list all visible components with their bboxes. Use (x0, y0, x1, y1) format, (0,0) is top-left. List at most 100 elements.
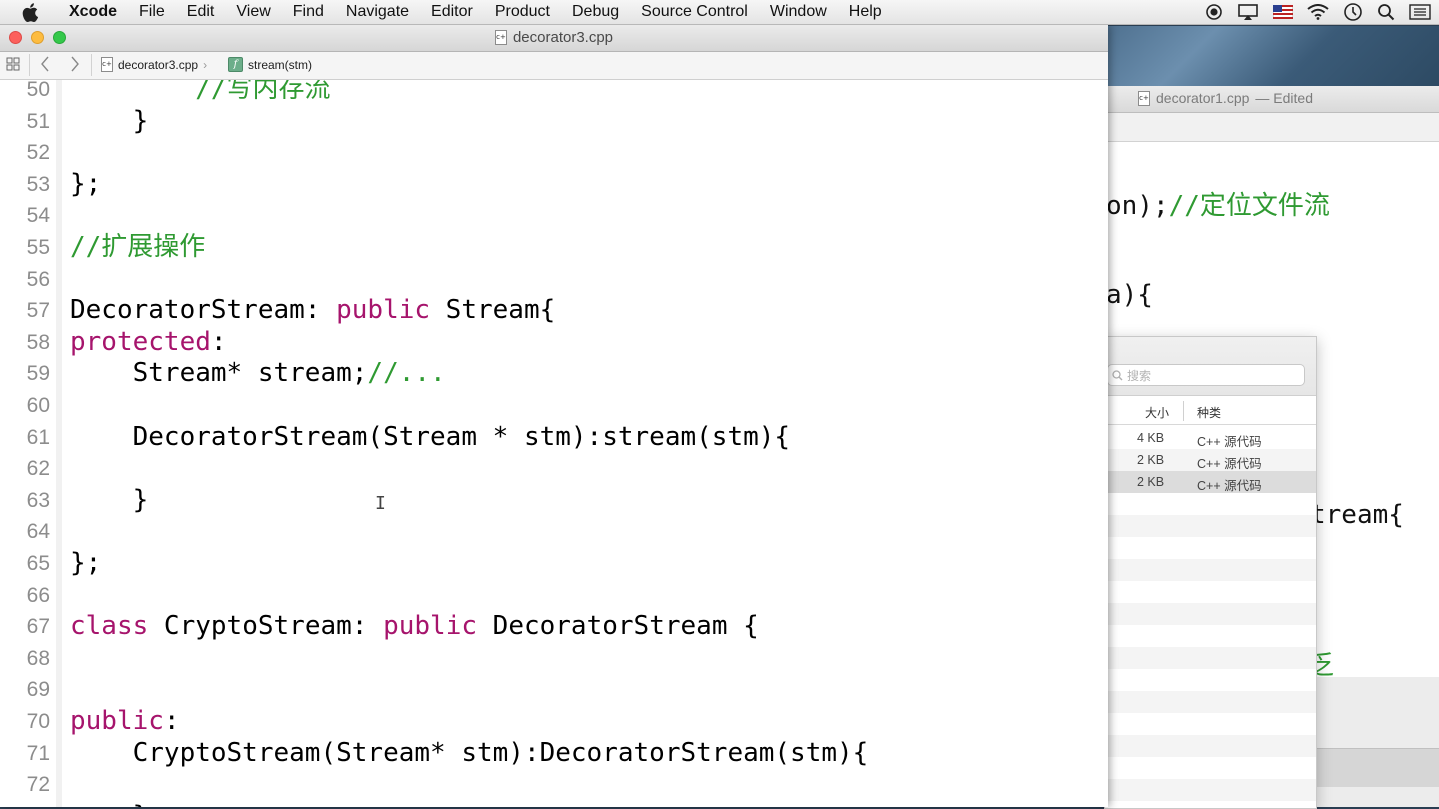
line-number: 66 (26, 583, 50, 607)
code-text: } (70, 801, 149, 807)
code-line[interactable]: //扩展操作 (70, 232, 205, 263)
cpp-file-icon: c+ (101, 57, 113, 72)
finder-file-row-selected[interactable]: 2 KB C++ 源代码 (1105, 471, 1316, 493)
code-line[interactable]: class CryptoStream: public DecoratorStre… (70, 611, 759, 642)
code-text: Stream{ (430, 295, 556, 326)
code-text: }; (70, 548, 102, 578)
menu-edit[interactable]: Edit (176, 3, 226, 21)
menu-source-control[interactable]: Source Control (630, 3, 759, 21)
spotlight-search-icon[interactable] (1377, 3, 1395, 21)
code-line[interactable]: }; (70, 169, 101, 200)
line-number: 67 (26, 615, 50, 639)
line-number: 61 (26, 425, 50, 449)
file-kind: C++ 源代码 (1197, 435, 1262, 449)
finder-file-row[interactable]: 2 KB C++ 源代码 (1105, 449, 1316, 471)
forward-chevron-icon[interactable] (70, 55, 80, 73)
code-keyword: class (70, 611, 149, 642)
line-number: 58 (26, 330, 50, 354)
code-comment: //... (367, 358, 446, 389)
airplay-icon[interactable] (1237, 3, 1259, 21)
related-items-icon[interactable] (6, 57, 20, 71)
code-folding-ribbon[interactable] (56, 80, 62, 807)
code-line[interactable]: DecoratorStream(Stream * stm):stream(stm… (70, 422, 790, 453)
line-number: 57 (26, 299, 50, 323)
menu-find[interactable]: Find (282, 3, 335, 21)
line-number: 64 (26, 520, 50, 544)
code-text: CryptoStream: (148, 611, 384, 642)
code-line[interactable]: public: (70, 706, 180, 737)
line-number: 63 (26, 488, 50, 512)
jumpbar-file-crumb[interactable]: c+ decorator3.cpp › (101, 57, 207, 72)
finder-column-headers: 大小 种类 (1105, 398, 1316, 425)
code-line[interactable]: } (70, 801, 149, 807)
search-icon (1112, 369, 1123, 380)
code-comment: //扩展操作 (70, 232, 206, 262)
line-number: 56 (26, 267, 50, 291)
jumpbar-symbol-crumb[interactable]: f stream(stm) (228, 57, 312, 72)
menu-product[interactable]: Product (484, 3, 561, 21)
code-text: Stream* stream; (70, 358, 368, 389)
window-title: decorator3.cpp (512, 29, 614, 46)
column-divider[interactable] (1183, 401, 1184, 421)
cpp-file-icon: c+ (494, 30, 507, 45)
finder-file-row[interactable]: 4 KB C++ 源代码 (1105, 427, 1316, 449)
record-icon[interactable] (1205, 3, 1223, 21)
finder-empty-row (1105, 559, 1316, 581)
background-window-title: decorator1.cpp (1156, 90, 1250, 106)
menu-debug[interactable]: Debug (561, 3, 630, 21)
menu-navigate[interactable]: Navigate (335, 3, 420, 21)
code-text: CryptoStream(Stream* stm):DecoratorStrea… (70, 737, 869, 768)
code-keyword: public (70, 706, 164, 736)
code-line[interactable]: } (70, 106, 149, 137)
code-line: on);//定位文件流 (1106, 191, 1330, 221)
menu-view[interactable]: View (225, 3, 281, 21)
line-number: 73 (0, 801, 50, 807)
wifi-icon[interactable] (1307, 4, 1329, 20)
line-number: 51 (26, 109, 50, 133)
apple-menu-icon[interactable] (22, 1, 44, 23)
status-area (1205, 0, 1431, 24)
input-source-flag-icon[interactable] (1273, 5, 1293, 19)
window-titlebar[interactable]: c+ decorator3.cpp (0, 25, 1108, 52)
column-header-kind[interactable]: 种类 (1197, 404, 1221, 421)
code-line: tream{ (1310, 500, 1404, 530)
line-number: 50 (26, 80, 50, 101)
notification-list-icon[interactable] (1409, 4, 1431, 20)
menu-app-xcode[interactable]: Xcode (58, 3, 128, 21)
line-number: 70 (26, 710, 50, 733)
background-window-titlebar[interactable]: c+ decorator1.cpp — Edited (1100, 86, 1439, 113)
menu-editor[interactable]: Editor (420, 3, 484, 21)
finder-empty-row (1105, 735, 1316, 757)
column-header-size[interactable]: 大小 (1145, 404, 1169, 421)
file-size: 2 KB (1137, 453, 1165, 467)
line-number: 60 (26, 394, 50, 417)
code-line[interactable]: } (70, 485, 149, 516)
line-number: 65 (26, 552, 50, 575)
code-line[interactable]: protected: (70, 327, 227, 358)
line-number: 55 (26, 236, 50, 259)
jump-bar: c+ decorator3.cpp › f stream(stm) (0, 52, 1108, 80)
back-chevron-icon[interactable] (40, 55, 50, 73)
breadcrumb-chevron-icon: › (203, 57, 208, 72)
line-number: 68 (26, 646, 50, 670)
file-size: 2 KB (1137, 475, 1165, 489)
line-number-gutter: 50 51 52 53 54 55 56 57 58 59 60 61 62 63 64 65 66 67 68 69… (0, 80, 57, 807)
line-number: 71 (26, 741, 50, 765)
code-line[interactable]: }; (70, 548, 101, 579)
menu-window[interactable]: Window (759, 3, 838, 21)
finder-empty-row (1105, 515, 1316, 537)
code-line[interactable]: //写内存流 (70, 80, 330, 105)
code-line[interactable]: DecoratorStream: public Stream{ (70, 295, 555, 326)
menu-file[interactable]: File (128, 3, 176, 21)
line-number: 59 (26, 362, 50, 386)
source-code-editor[interactable]: 50 51 52 53 54 55 56 57 58 59 60 61 62 63 64 65 66 67 68 69… (0, 80, 1108, 807)
jumpbar-file-label: decorator3.cpp (118, 57, 199, 72)
background-window-toolbar (1100, 113, 1439, 142)
finder-search-field[interactable]: 搜索 (1107, 364, 1305, 386)
function-icon: f (228, 57, 243, 72)
menu-help[interactable]: Help (838, 3, 893, 21)
code-line[interactable]: CryptoStream(Stream* stm):DecoratorStrea… (70, 737, 869, 769)
code-line[interactable]: Stream* stream;//... (70, 358, 446, 389)
finder-empty-row (1105, 779, 1316, 801)
time-machine-icon[interactable] (1343, 2, 1363, 22)
